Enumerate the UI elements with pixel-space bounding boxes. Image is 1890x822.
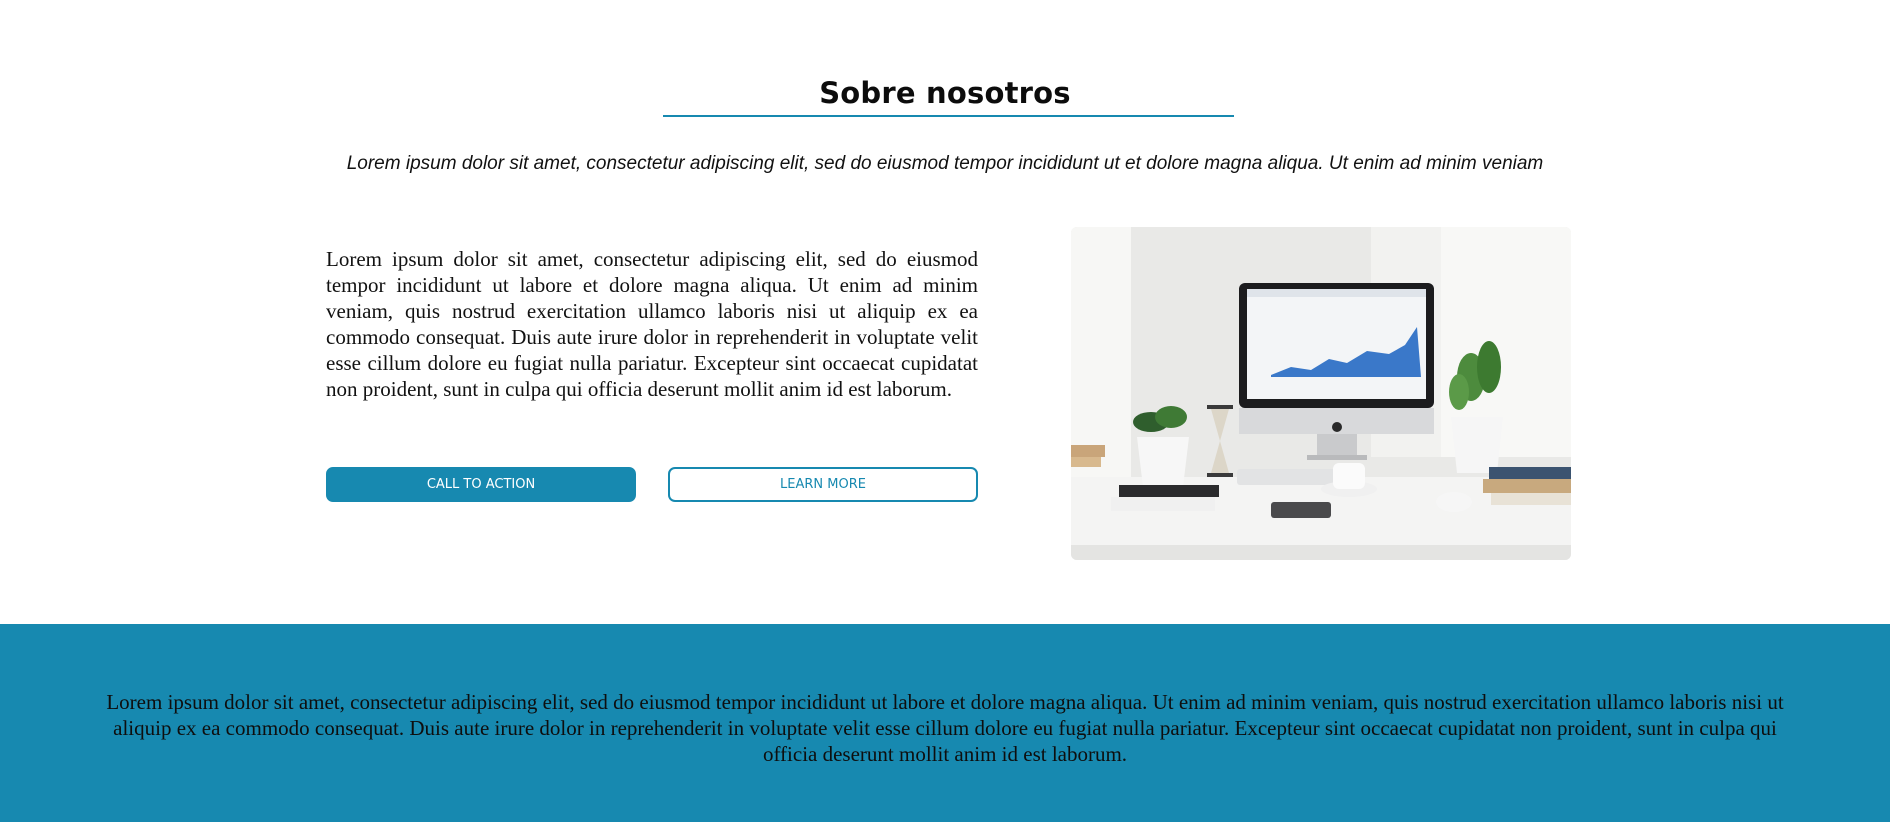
call-to-action-button[interactable]: CALL TO ACTION [326,467,636,502]
page-title: Sobre nosotros [819,76,1071,110]
page-subtitle: Lorem ipsum dolor sit amet, consectetur … [346,153,1544,174]
title-underline [663,115,1234,117]
desk-computer-photo [1071,227,1571,560]
learn-more-button[interactable]: LEARN MORE [668,467,978,502]
footer-text: Lorem ipsum dolor sit amet, consectetur … [106,690,1784,766]
about-body-text: Lorem ipsum dolor sit amet, consectetur … [326,247,978,401]
